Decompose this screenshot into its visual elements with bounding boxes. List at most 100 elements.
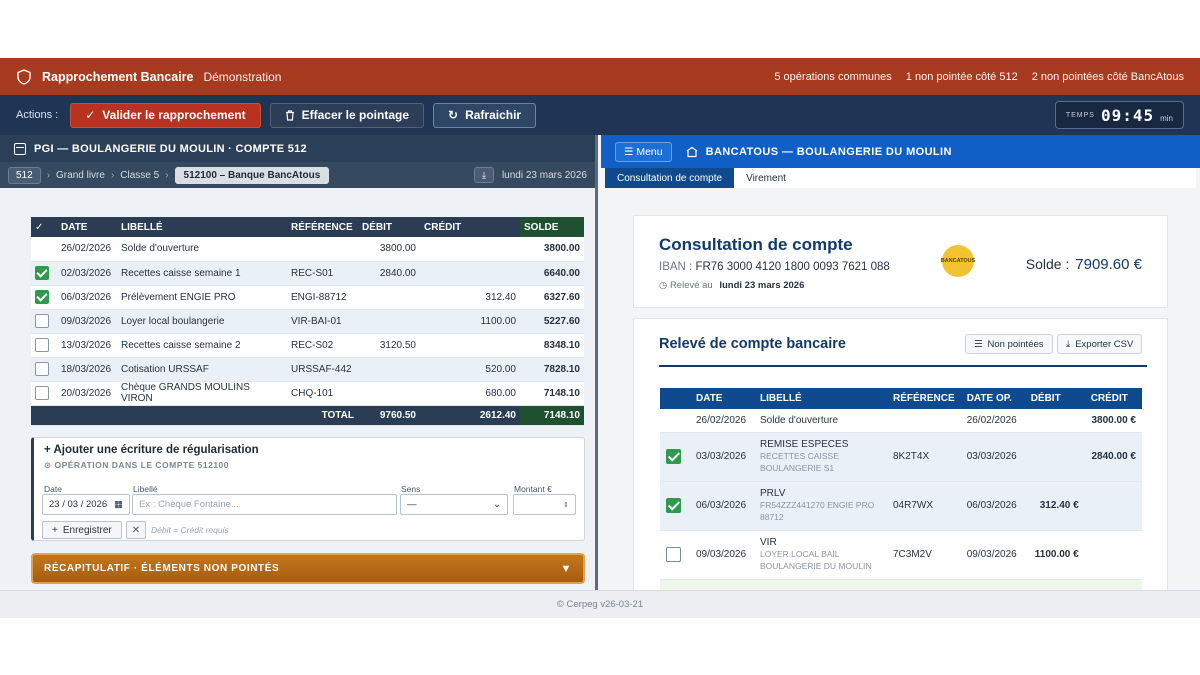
sens-value: —	[407, 499, 417, 510]
col-debit: DÉBIT	[358, 217, 420, 237]
cell-ref	[287, 237, 358, 262]
validate-label: Valider le rapprochement	[102, 108, 246, 122]
cell-debit: 3800.00	[358, 237, 420, 262]
cell-ref: REC-S02	[287, 333, 358, 358]
ledger-row: 09/03/2026 Loyer local boulangerie VIR-BAI…	[31, 309, 584, 334]
check-icon: ✓	[85, 108, 96, 122]
col-label: LIBELLÉ	[117, 217, 287, 237]
cell-credit: 1100.00	[420, 309, 520, 334]
cancel-button[interactable]: ✕	[126, 521, 146, 539]
pgi-title: PGI — BOULANGERIE DU MOULIN · COMPTE 512	[34, 142, 307, 155]
montant-field[interactable]: ⇕	[513, 494, 576, 515]
ledger-row: 02/03/2026 Recettes caisse semaine 1 REC-S…	[31, 261, 584, 286]
cell-label: REMISE ESPECES RECETTES CAISSE BOULANGERI…	[754, 432, 887, 482]
row-check-cell	[660, 530, 690, 580]
cell-ref: REC-S01	[287, 261, 358, 286]
cell-debit	[358, 357, 420, 382]
menu-button[interactable]: ☰ Menu	[615, 141, 672, 162]
stat-unmatched-512: 1 non pointée côté 512	[905, 70, 1018, 83]
label-main: VIR	[760, 537, 777, 548]
row-checkbox[interactable]	[35, 290, 49, 304]
cell-date: 26/02/2026	[57, 237, 117, 262]
bcol-check	[660, 388, 690, 409]
cell-credit: 3800.00 €	[1084, 409, 1142, 433]
iban-value: FR76 3000 4120 1800 0093 7621 088	[695, 261, 890, 273]
cell-label: Recettes caisse semaine 1	[117, 261, 287, 286]
account-chip[interactable]: 512	[8, 166, 41, 184]
chevron-down-icon: ⌄	[493, 499, 501, 510]
stepper-icon[interactable]: ⇕	[563, 501, 569, 509]
statement-card: Relevé de compte bancaire ☰ Non pointées…	[633, 318, 1168, 590]
cell-label: PRLV FR54ZZZ441270 ENGIE PRO 88712	[754, 481, 887, 531]
cell-date-op: 26/02/2026	[960, 409, 1025, 433]
cell-date	[690, 579, 754, 590]
cell-label: Solde d'ouverture	[117, 237, 287, 262]
cell-solde: 3800.00	[520, 237, 584, 262]
date-value: 23 / 03 / 2026	[49, 499, 108, 510]
row-checkbox[interactable]	[666, 498, 681, 513]
statement-table: DATE LIBELLÉ RÉFÉRENCE DATE OP. DÉBIT CR…	[660, 388, 1142, 590]
label-detail: FR54ZZZ441270 ENGIE PRO 88712	[760, 500, 875, 522]
filter-button[interactable]: ☰ Non pointées	[965, 334, 1053, 354]
label-main: REMISE ESPECES	[760, 439, 849, 450]
download-icon[interactable]: ⤓	[473, 167, 494, 183]
cell-debit	[358, 309, 420, 334]
footer: © Cerpeg v26-03-21	[0, 590, 1200, 618]
chevron-right-icon: ›	[165, 169, 169, 181]
row-checkbox[interactable]	[35, 362, 49, 376]
ledger-row: 18/03/2026 Cotisation URSSAF URSSAF-442 520…	[31, 357, 584, 382]
cell-credit	[1084, 530, 1142, 580]
total-label: TOTAL	[287, 405, 358, 426]
bank-title: BANCATOUS — BOULANGERIE DU MOULIN	[705, 145, 952, 158]
sens-select[interactable]: — ⌄	[400, 494, 508, 515]
crumb-grand-livre[interactable]: Grand livre	[56, 170, 105, 181]
date-field[interactable]: 23 / 03 / 2026 ▦	[42, 494, 130, 515]
export-button[interactable]: ⤓ Exporter CSV	[1057, 334, 1143, 354]
filter-label: Non pointées	[987, 338, 1044, 350]
cell-credit: 312.40	[420, 285, 520, 310]
bank-header: ☰ Menu BANCATOUS — BOULANGERIE DU MOULIN	[601, 135, 1200, 168]
bank-logo: BANCATOUS	[941, 245, 975, 277]
cell-date-op	[960, 579, 1025, 590]
tab-consultation[interactable]: Consultation de compte	[605, 168, 735, 188]
actions-label: Actions :	[16, 109, 59, 121]
row-checkbox[interactable]	[666, 449, 681, 464]
total-debit: 9760.50	[358, 405, 420, 426]
toolbar: Actions : ✓ Valider le rapprochement Eff…	[0, 95, 1200, 135]
label-main: PRLV	[760, 488, 786, 499]
tab-virement[interactable]: Virement	[734, 168, 798, 188]
clear-button[interactable]: Effacer le pointage	[269, 102, 425, 128]
row-checkbox[interactable]	[35, 338, 49, 352]
cell-debit: 312.40 €	[1024, 481, 1085, 531]
refresh-button[interactable]: ↻ Rafraichir	[433, 102, 537, 128]
cell-date: 09/03/2026	[690, 530, 754, 580]
row-checkbox[interactable]	[35, 386, 49, 400]
pgi-header: PGI — BOULANGERIE DU MOULIN · COMPTE 512	[0, 135, 595, 162]
label-detail: LOYER LOCAL BAIL BOULANGERIE DU MOULIN	[760, 549, 872, 571]
row-check-cell	[31, 261, 57, 286]
row-checkbox[interactable]	[35, 314, 49, 328]
cell-label: Solde d'ouverture	[754, 409, 887, 433]
ledger-table: ✓ DATE LIBELLÉ RÉFÉRENCE DÉBIT CRÉDIT SO…	[31, 217, 584, 426]
row-check-cell	[660, 579, 690, 590]
save-button[interactable]: + Enregistrer	[42, 521, 122, 539]
recap-toggle[interactable]: RÉCAPITULATIF · ÉLÉMENTS NON POINTÉS ▼	[31, 553, 585, 584]
crumb-classe[interactable]: Classe 5	[120, 170, 159, 181]
libelle-field[interactable]: Ex : Chèque Fontaine...	[132, 494, 397, 515]
bcol-date: DATE	[690, 388, 754, 409]
validate-button[interactable]: ✓ Valider le rapprochement	[70, 102, 261, 128]
ledger-row: 20/03/2026 Chèque GRANDS MOULINS VIRON CHQ…	[31, 381, 584, 406]
bcol-label: LIBELLÉ	[754, 388, 887, 409]
row-checkbox[interactable]	[35, 266, 49, 280]
cell-label: Recettes caisse semaine 2	[117, 333, 287, 358]
row-checkbox[interactable]	[666, 547, 681, 562]
stat-unmatched-bank: 2 non pointées côté BancAtous	[1031, 70, 1184, 83]
cell-date: 02/03/2026	[57, 261, 117, 286]
cell-date: 18/03/2026	[57, 357, 117, 382]
breadcrumb: 512 › Grand livre › Classe 5 › 512100 – …	[0, 162, 595, 188]
iban-label: IBAN :	[659, 261, 693, 273]
stats-summary: 5 opérations communes 1 non pointée côté…	[774, 71, 1184, 83]
timer-value: 09:45	[1100, 105, 1155, 125]
cell-solde: 6327.60	[520, 285, 584, 310]
solde-label: Solde :	[1025, 256, 1070, 272]
